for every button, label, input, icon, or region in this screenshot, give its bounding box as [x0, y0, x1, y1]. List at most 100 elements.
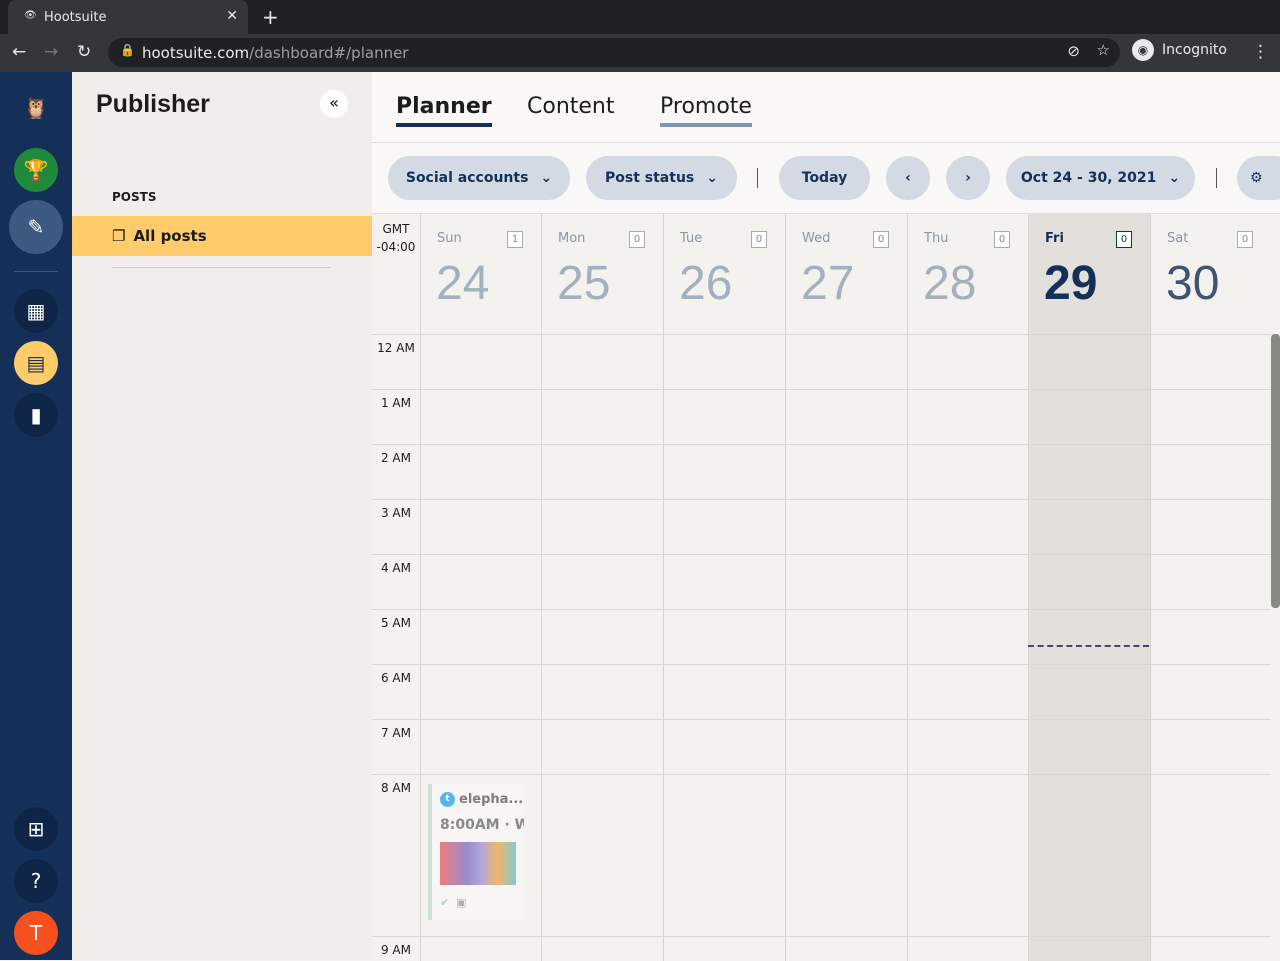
new-tab-button[interactable]: + [262, 5, 279, 29]
next-week-button[interactable]: › [946, 156, 990, 200]
calendar-icon[interactable]: ▤ [14, 341, 58, 385]
posts-heading: POSTS [112, 190, 157, 204]
scheduled-post-card[interactable]: t elepha... 8:00AM · We ✔ ▣ [428, 784, 524, 920]
hour-label: 12 AM [377, 341, 415, 355]
day-name: Wed [802, 231, 831, 246]
day-number[interactable]: 25 [557, 256, 610, 311]
back-icon[interactable]: ← [12, 42, 26, 62]
help-icon[interactable]: ? [14, 859, 58, 903]
address-bar[interactable]: 🔒 hootsuite.com/dashboard#/planner ⊘ ☆ [108, 38, 1120, 67]
hour-label: 1 AM [380, 396, 411, 410]
timezone-label: GMT -04:00 [372, 220, 420, 256]
day-column-mon[interactable]: Mon 0 25 [541, 214, 663, 961]
today-button[interactable]: Today [779, 156, 870, 200]
url-host: hootsuite.com [142, 43, 250, 62]
day-column-fri[interactable]: Fri 0 29 [1028, 214, 1150, 961]
dashboard-icon[interactable]: ▦ [14, 289, 58, 333]
approved-check-icon: ✔ [440, 896, 450, 909]
post-count-badge: 0 [1116, 231, 1132, 248]
date-range-dropdown[interactable]: Oct 24 - 30, 2021 ⌄ [1006, 156, 1195, 200]
hour-divider [372, 774, 1271, 775]
chevron-down-icon: ⌄ [540, 170, 553, 186]
post-image-thumbnail [440, 842, 516, 885]
hour-label: 2 AM [380, 451, 411, 465]
day-name: Sun [437, 231, 462, 246]
collapse-sidebar-button[interactable]: « [320, 90, 348, 118]
post-count-badge: 0 [1237, 231, 1253, 248]
post-status-dropdown[interactable]: Post status ⌄ [586, 156, 737, 200]
hour-label: 3 AM [380, 506, 411, 520]
settings-button[interactable]: ⚙ [1237, 156, 1280, 200]
twitter-icon: t [440, 792, 455, 807]
sidebar-divider [112, 267, 330, 268]
incognito-badge[interactable]: ◉ Incognito [1132, 39, 1227, 61]
owl-favicon-icon: 👁 [24, 10, 37, 21]
hour-label: 8 AM [380, 781, 411, 795]
day-name: Thu [924, 231, 949, 246]
hour-label: 6 AM [380, 671, 411, 685]
tab-promote[interactable]: Promote [660, 94, 752, 127]
hour-divider [372, 936, 1271, 937]
chevron-left-icon: ‹ [905, 170, 911, 186]
apps-icon[interactable]: ⊞ [14, 807, 58, 851]
hour-divider [372, 334, 1271, 335]
reload-icon[interactable]: ↻ [77, 42, 91, 62]
main-tabs: Planner Content Promote [372, 72, 1280, 143]
chevron-down-icon: ⌄ [1168, 170, 1181, 186]
social-accounts-label: Social accounts [405, 170, 529, 186]
day-number[interactable]: 29 [1044, 256, 1097, 311]
tab-content[interactable]: Content [527, 94, 615, 123]
tab-title: Hootsuite [44, 9, 107, 25]
post-account-name: elepha... [459, 792, 524, 807]
sidebar-item-label: All posts [133, 227, 207, 245]
post-count-badge: 0 [873, 231, 889, 248]
hour-divider [372, 719, 1271, 720]
day-number[interactable]: 27 [801, 256, 854, 311]
day-column-wed[interactable]: Wed 0 27 [785, 214, 907, 961]
eye-off-icon[interactable]: ⊘ [1067, 42, 1080, 60]
scrollbar[interactable] [1271, 334, 1280, 608]
current-time-indicator [1028, 645, 1149, 647]
hour-label: 4 AM [380, 561, 411, 575]
avatar[interactable]: T [14, 911, 58, 955]
chevron-down-icon: ⌄ [706, 170, 718, 186]
hour-divider [372, 444, 1271, 445]
tab-planner[interactable]: Planner [396, 94, 492, 127]
day-number[interactable]: 24 [436, 256, 489, 311]
compose-icon[interactable]: ✎ [9, 200, 63, 254]
day-number[interactable]: 28 [923, 256, 976, 311]
hour-divider [372, 499, 1271, 500]
timezone-offset: -04:00 [376, 240, 416, 254]
social-accounts-dropdown[interactable]: Social accounts ⌄ [388, 156, 570, 200]
posts-stack-icon: ❐ [112, 227, 126, 245]
browser-tab[interactable]: 👁 Hootsuite ✕ [8, 0, 248, 34]
previous-week-button[interactable]: ‹ [886, 156, 930, 200]
forward-icon[interactable]: → [44, 42, 58, 62]
day-number[interactable]: 30 [1166, 256, 1219, 311]
hour-label: 5 AM [380, 616, 411, 630]
post-time: 8:00AM · We [440, 817, 524, 833]
gear-icon: ⚙ [1250, 170, 1263, 186]
analytics-icon[interactable]: ▮ [14, 393, 58, 437]
star-icon[interactable]: ☆ [1097, 41, 1110, 59]
day-column-tue[interactable]: Tue 0 26 [663, 214, 785, 961]
hour-divider [372, 389, 1271, 390]
url-path: /dashboard#/planner [249, 43, 409, 62]
menu-kebab-icon[interactable]: ⋮ [1252, 42, 1269, 62]
trophy-icon[interactable]: 🏆 [14, 148, 58, 192]
browser-toolbar: ← → ↻ 🔒 hootsuite.com/dashboard#/planner … [0, 34, 1280, 72]
post-account: t elepha... [440, 792, 524, 807]
post-status-label: Post status [605, 170, 695, 186]
sidebar-title: Publisher [96, 90, 210, 118]
date-range-label: Oct 24 - 30, 2021 [1020, 170, 1157, 186]
day-column-thu[interactable]: Thu 0 28 [907, 214, 1028, 961]
day-number[interactable]: 26 [679, 256, 732, 311]
sidebar-item-all-posts[interactable]: ❐ All posts [72, 216, 372, 256]
profile-label: Incognito [1162, 42, 1227, 58]
toolbar-divider [1216, 168, 1217, 188]
day-column-sat[interactable]: Sat 0 30 [1150, 214, 1271, 961]
close-tab-icon[interactable]: ✕ [226, 8, 238, 24]
hootsuite-logo-icon[interactable]: 🦉 [14, 86, 58, 130]
hour-divider [372, 664, 1271, 665]
lock-icon: 🔒 [120, 43, 135, 57]
